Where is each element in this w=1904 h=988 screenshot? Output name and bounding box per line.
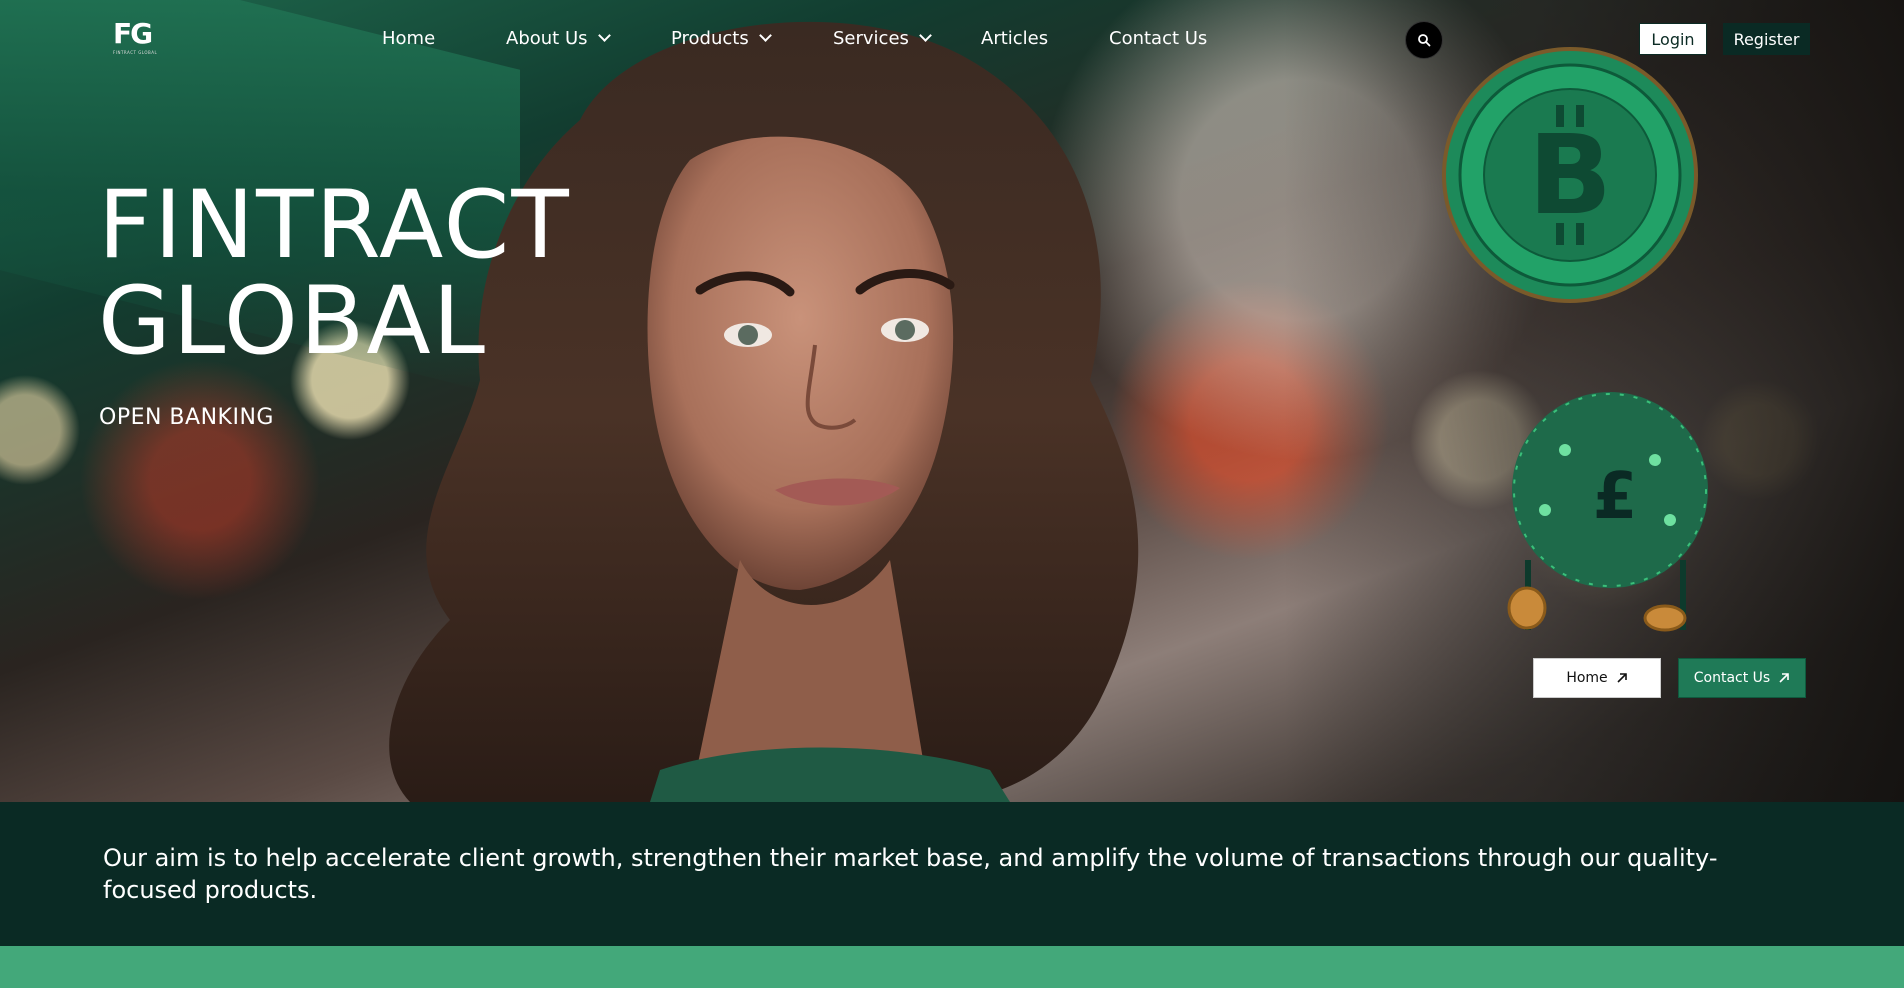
hero-title-line-1: FINTRACT [98, 171, 571, 280]
nav-item-articles[interactable]: Articles [981, 28, 1048, 49]
hero-subtitle: OPEN BANKING [99, 405, 274, 430]
nav-item-contact-us[interactable]: Contact Us [1109, 28, 1207, 49]
nav-item-home[interactable]: Home [382, 28, 435, 49]
nav-item-about-us[interactable]: About Us [506, 28, 611, 49]
chevron-down-icon [919, 29, 932, 42]
nav-item-label: Products [671, 28, 749, 49]
hero-section: B £ FG FINTRACT GLOBAL Home About Us Pro… [0, 0, 1904, 802]
login-button[interactable]: Login [1639, 23, 1707, 55]
search-button[interactable] [1405, 21, 1443, 59]
hero-contact-button[interactable]: Contact Us [1678, 658, 1806, 698]
logo-subtext: FINTRACT GLOBAL [113, 50, 158, 55]
nav-item-label: Home [382, 28, 436, 49]
svg-text:B: B [1528, 111, 1612, 239]
arrow-up-right-icon [1617, 673, 1627, 683]
logo-mark: FG [113, 17, 153, 50]
nav-item-label: Articles [981, 28, 1049, 49]
green-accent-strip [0, 946, 1904, 988]
hero-title-line-2: GLOBAL [98, 267, 488, 376]
aim-statement-section: Our aim is to help accelerate client gro… [0, 802, 1904, 946]
hero-contact-label: Contact Us [1693, 670, 1771, 686]
chevron-down-icon [597, 29, 611, 42]
hero-home-label: Home [1566, 670, 1608, 686]
nav-item-label: About Us [506, 28, 588, 49]
top-navigation-bar: FG FINTRACT GLOBAL Home About Us Product… [0, 0, 1904, 80]
brand-logo[interactable]: FG FINTRACT GLOBAL [113, 20, 165, 58]
nav-item-label: Services [833, 28, 909, 49]
aim-statement-text: Our aim is to help accelerate client gro… [103, 844, 1718, 904]
nav-item-label: Contact Us [1109, 28, 1208, 49]
register-button[interactable]: Register [1723, 23, 1810, 55]
arrow-up-right-icon [1779, 673, 1790, 683]
svg-text:£: £ [1593, 460, 1638, 534]
hero-portrait-image [389, 21, 1139, 802]
nav-item-products[interactable]: Products [671, 28, 772, 49]
hero-home-button[interactable]: Home [1533, 658, 1661, 698]
bitcoin-coin-image: B [1442, 47, 1698, 303]
pound-globe-image: £ [1507, 392, 1708, 632]
hero-title: FINTRACT GLOBAL [98, 178, 571, 370]
chevron-down-icon [758, 29, 772, 42]
nav-item-services[interactable]: Services [833, 28, 932, 49]
search-icon [1418, 34, 1431, 47]
